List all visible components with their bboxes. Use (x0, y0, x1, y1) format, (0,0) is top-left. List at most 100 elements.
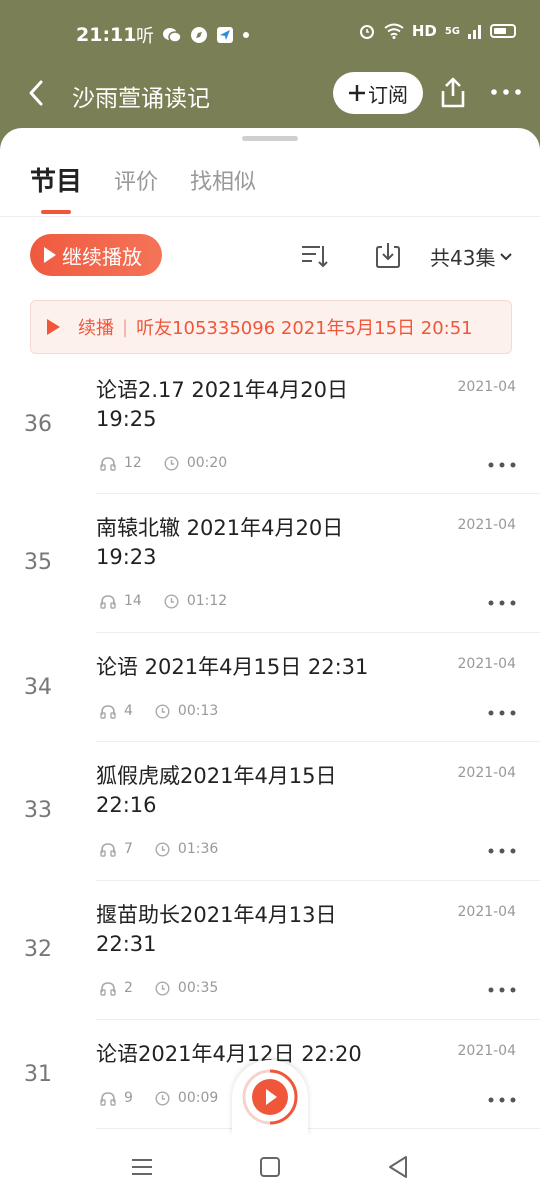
continue-play-label: 继续播放 (62, 244, 142, 269)
headphones-icon (100, 842, 116, 857)
episode-row[interactable]: 36 论语2.17 2021年4月20日 19:25 2021-04 12 00… (0, 356, 540, 494)
play-count: 7 (124, 841, 133, 857)
play-icon (44, 247, 56, 263)
episode-date: 2021-04 (457, 656, 517, 672)
tab-programs[interactable]: 节目 (30, 161, 82, 198)
episode-title: 论语 2021年4月15日 22:31 (96, 655, 369, 679)
row-divider (96, 1128, 540, 1129)
episode-title: 南辕北辙 2021年4月20日 19:23 (96, 516, 344, 569)
episode-meta: 14 01:12 (100, 593, 227, 609)
continue-play-button[interactable]: 继续播放 (30, 234, 162, 276)
episode-title: 揠苗助长2021年4月13日 22:31 (96, 903, 337, 956)
episode-date: 2021-04 (457, 517, 517, 533)
episode-title: 论语2.17 2021年4月20日 19:25 (96, 378, 348, 431)
play-count: 14 (124, 593, 142, 609)
signal-icon (468, 25, 481, 39)
episode-row[interactable]: 34 论语 2021年4月15日 22:31 2021-04 4 00:13 (0, 633, 540, 742)
resume-label: 续播 (78, 318, 114, 339)
system-nav-bar (0, 1135, 540, 1200)
chevron-down-icon (500, 252, 513, 260)
headphones-icon (100, 456, 116, 471)
share-icon[interactable] (436, 76, 470, 110)
episode-date: 2021-04 (457, 379, 517, 395)
episode-more-icon[interactable] (486, 598, 518, 608)
play-count: 9 (124, 1090, 133, 1106)
episode-duration: 00:20 (186, 455, 228, 471)
tab-reviews[interactable]: 评价 (114, 164, 158, 196)
clock-icon (155, 1090, 170, 1106)
episode-duration: 01:12 (186, 593, 228, 609)
episode-more-icon[interactable] (486, 708, 518, 718)
clock-icon (155, 841, 170, 857)
download-icon[interactable] (374, 240, 402, 270)
episode-meta: 12 00:20 (100, 455, 227, 471)
play-count: 12 (124, 455, 142, 471)
dot-icon (243, 32, 249, 38)
status-left-icons: 听 (136, 22, 250, 48)
play-count: 2 (124, 980, 133, 996)
hd-indicator: HD (411, 22, 437, 40)
episode-meta: 2 00:35 (100, 980, 218, 996)
status-right-icons: HD 5G (358, 22, 516, 40)
tab-similar[interactable]: 找相似 (190, 164, 256, 196)
episodes-count-dropdown[interactable]: 共43集 (430, 242, 513, 271)
episode-row[interactable]: 35 南辕北辙 2021年4月20日 19:23 2021-04 14 01:1… (0, 494, 540, 633)
resume-banner[interactable]: 续播 | 听友105335096 2021年5月15日 20:51 (30, 300, 512, 354)
home-nav-icon[interactable] (256, 1153, 284, 1181)
episode-number: 35 (24, 550, 52, 575)
plus-icon (349, 85, 365, 101)
wifi-icon (384, 23, 404, 39)
resume-separator: | (122, 316, 129, 338)
resume-play-icon (47, 319, 60, 335)
episode-number: 33 (24, 798, 52, 823)
subscribe-button[interactable]: 订阅 (333, 72, 423, 114)
episode-duration: 00:13 (177, 703, 219, 719)
episode-row[interactable]: 33 狐假虎威2021年4月15日 22:16 2021-04 7 01:36 (0, 742, 540, 881)
status-time: 21:11 (76, 24, 137, 46)
album-header: 沙雨萱诵读记 订阅 (0, 70, 540, 130)
clock-icon (164, 593, 179, 609)
tab-bar: 节目 评价 找相似 (0, 158, 540, 216)
episodes-count-label: 共43集 (430, 246, 496, 270)
mini-player[interactable] (232, 1060, 308, 1136)
episode-more-icon[interactable] (486, 460, 518, 470)
episode-date: 2021-04 (457, 765, 517, 781)
headphones-icon (100, 1091, 116, 1106)
episode-title: 狐假虎威2021年4月15日 22:16 (96, 764, 337, 817)
clock-icon (155, 703, 170, 719)
episode-number: 31 (24, 1062, 52, 1087)
content-sheet: 节目 评价 找相似 继续播放 共43集 续播 | 听友105335096 202… (0, 128, 540, 1200)
episode-duration: 00:35 (177, 980, 219, 996)
mini-player-play-icon[interactable] (241, 1068, 299, 1126)
list-toolbar: 继续播放 共43集 (0, 232, 540, 280)
clock-icon (155, 980, 170, 996)
sort-icon[interactable] (300, 242, 328, 270)
app-screen: 21:11 听 HD 5G 沙雨萱诵读记 订阅 节目 评价 找相似 继续播放 共… (0, 0, 540, 1200)
play-count: 4 (124, 703, 133, 719)
episode-meta: 4 00:13 (100, 703, 218, 719)
headphones-icon (100, 981, 116, 996)
back-nav-icon[interactable] (384, 1153, 412, 1181)
episode-more-icon[interactable] (486, 1095, 518, 1105)
more-options-icon[interactable] (488, 80, 524, 104)
headphones-icon (100, 594, 116, 609)
episode-more-icon[interactable] (486, 846, 518, 856)
active-tab-indicator (41, 210, 71, 214)
sheet-handle[interactable] (242, 136, 298, 141)
episode-meta: 9 00:09 (100, 1090, 218, 1106)
clock-icon (164, 455, 179, 471)
episode-duration: 00:09 (177, 1090, 219, 1106)
episode-meta: 7 01:36 (100, 841, 218, 857)
tab-divider (0, 216, 540, 217)
subscribe-label: 订阅 (368, 82, 408, 107)
episode-row[interactable]: 32 揠苗助长2021年4月13日 22:31 2021-04 2 00:35 (0, 881, 540, 1020)
episode-date: 2021-04 (457, 904, 517, 920)
menu-nav-icon[interactable] (128, 1153, 156, 1181)
back-arrow-icon[interactable] (22, 78, 52, 108)
resume-detail: 听友105335096 2021年5月15日 20:51 (136, 318, 473, 339)
episode-more-icon[interactable] (486, 985, 518, 995)
episode-number: 36 (24, 412, 52, 437)
battery-icon (490, 24, 516, 38)
wechat-icon (163, 28, 182, 43)
episode-number: 34 (24, 675, 52, 700)
